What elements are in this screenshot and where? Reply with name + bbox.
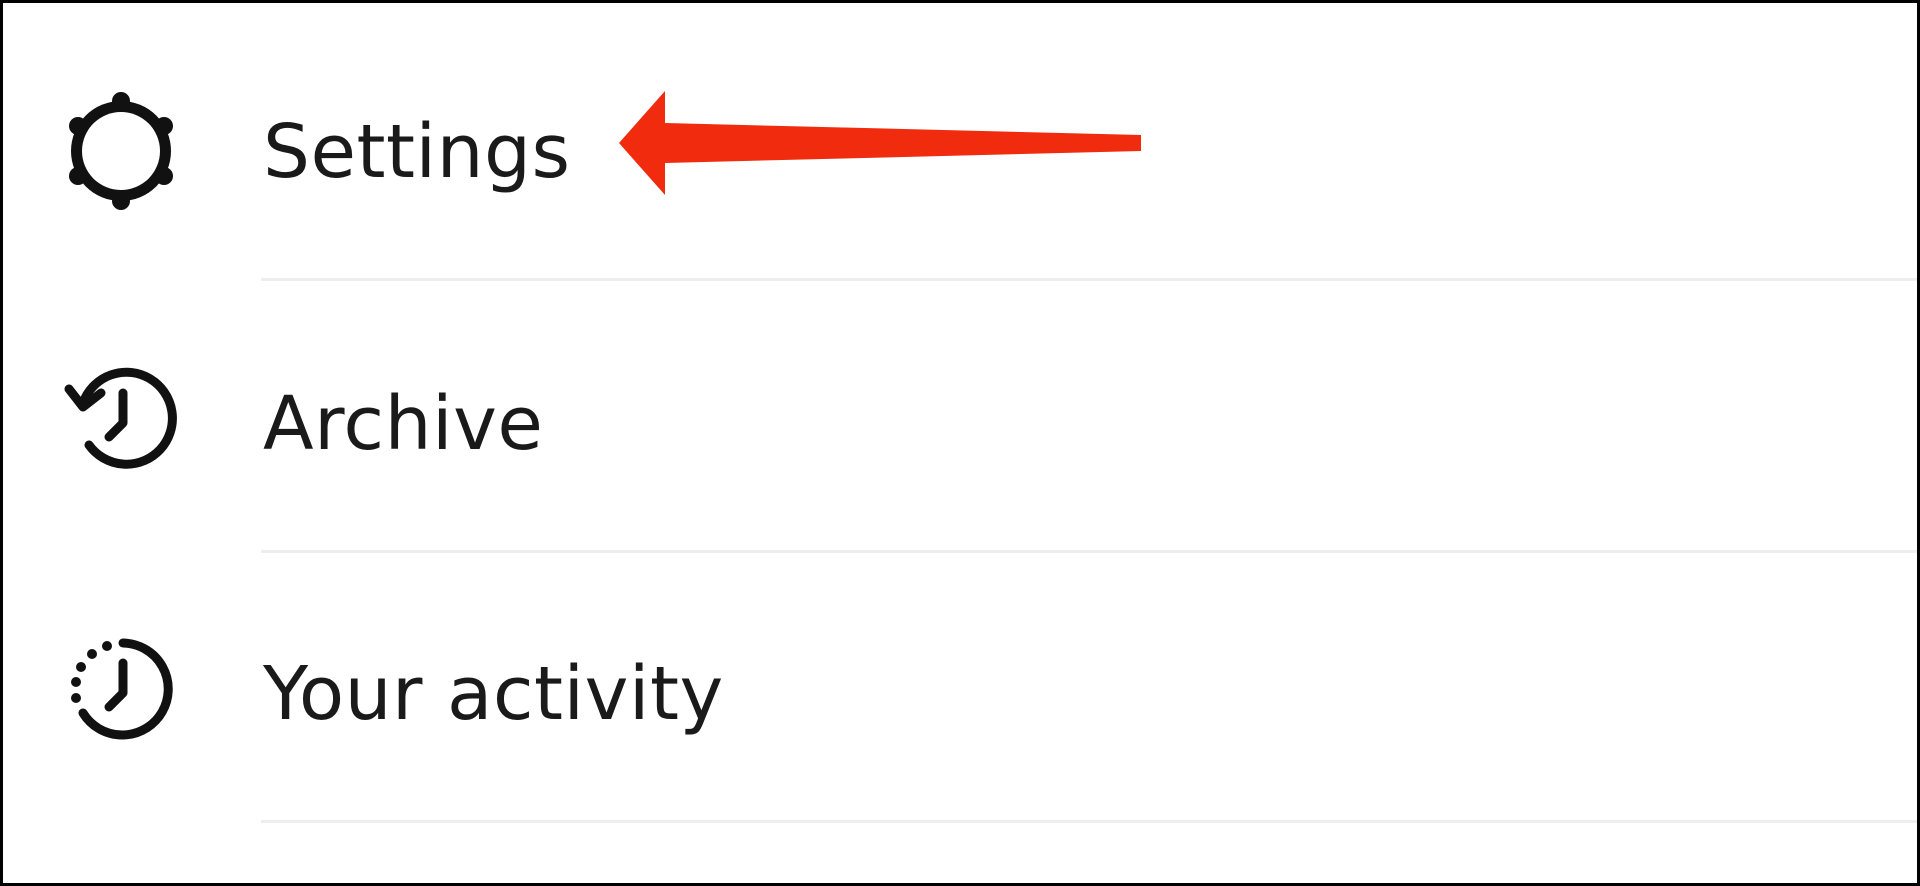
settings-gear-icon <box>61 91 181 211</box>
divider <box>261 550 1917 553</box>
activity-clock-icon <box>61 629 181 749</box>
menu-item-label: Archive <box>263 381 544 467</box>
menu-item-your-activity[interactable]: Your activity <box>3 593 1920 793</box>
menu-panel: Settings Archive Your activity <box>0 0 1920 886</box>
divider <box>261 820 1917 823</box>
menu-item-label: Settings <box>263 109 571 195</box>
menu-item-label: Your activity <box>263 651 724 737</box>
menu-item-archive[interactable]: Archive <box>3 323 1920 523</box>
divider <box>261 278 1917 281</box>
annotation-arrow-icon <box>619 91 1141 195</box>
archive-clock-icon <box>61 359 181 479</box>
